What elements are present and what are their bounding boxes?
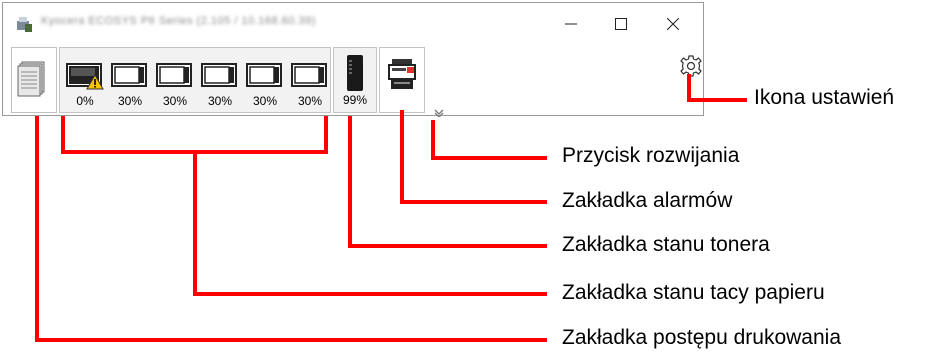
- paper-tray-icon: [156, 63, 192, 87]
- callout-settings: Ikona ustawień: [754, 86, 895, 109]
- callout-line-trays-h: [193, 292, 547, 296]
- toner-level: 99%: [342, 93, 368, 107]
- paper-tray-icon: [246, 63, 282, 87]
- callout-line-progress: [35, 116, 39, 342]
- toner-cartridge-icon: [347, 55, 363, 91]
- callout-toner: Zakładka stanu tonera: [562, 233, 770, 256]
- printer-app-icon: [17, 17, 32, 32]
- document-stack-icon: [17, 61, 45, 97]
- callout-line-alarm-h: [400, 200, 547, 204]
- paper-tray-icon: [291, 63, 327, 87]
- callout-bracket-trays-left: [61, 116, 65, 154]
- tab-alarm[interactable]: [379, 47, 425, 113]
- callout-line-expand: [431, 120, 435, 160]
- tray-5-level: 30%: [252, 94, 278, 108]
- tray-4-level: 30%: [207, 94, 233, 108]
- tray-1-level: 0%: [76, 94, 94, 108]
- callout-alarm: Zakładka alarmów: [562, 189, 733, 212]
- tray-3-level: 30%: [162, 94, 188, 108]
- tab-print-progress[interactable]: [11, 47, 57, 113]
- warning-icon: [86, 74, 104, 90]
- paper-tray-icon: [201, 63, 237, 87]
- callout-line-expand-h: [431, 156, 547, 160]
- tray-6-level: 30%: [297, 94, 323, 108]
- close-button[interactable]: [653, 11, 693, 37]
- callout-trays: Zakładka stanu tacy papieru: [562, 281, 825, 304]
- callout-line-settings-h: [687, 98, 747, 102]
- tray-2-level: 30%: [117, 94, 143, 108]
- callout-line-toner: [348, 116, 352, 248]
- maximize-button[interactable]: [601, 11, 641, 37]
- tray-2: [111, 60, 149, 90]
- callout-progress: Zakładka postępu drukowania: [562, 326, 842, 349]
- tray-4: [201, 60, 239, 90]
- callout-line-progress-h: [35, 338, 547, 342]
- status-monitor-window: Kyocera ECOSYS P6 Series (2.105 / 10.168…: [2, 2, 704, 117]
- tray-6: [291, 60, 329, 90]
- callout-line-trays: [193, 150, 197, 296]
- callout-bracket-trays-right: [324, 116, 328, 154]
- status-toolbar: 0% 30% 30% 30% 30% 30% 99%: [7, 47, 702, 117]
- tray-5: [246, 60, 284, 90]
- tab-paper-trays[interactable]: 0% 30% 30% 30% 30% 30%: [59, 47, 331, 113]
- callout-line-toner-h: [348, 244, 547, 248]
- minimize-button[interactable]: [551, 11, 591, 37]
- printer-alarm-icon: [388, 59, 416, 89]
- paper-tray-icon: [111, 63, 147, 87]
- callout-line-alarm: [400, 110, 404, 204]
- callout-expand: Przycisk rozwijania: [562, 144, 740, 167]
- title-bar[interactable]: Kyocera ECOSYS P6 Series (2.105 / 10.168…: [3, 3, 703, 43]
- chevron-down-icon[interactable]: [434, 109, 444, 117]
- tray-3: [156, 60, 194, 90]
- window-title: Kyocera ECOSYS P6 Series (2.105 / 10.168…: [41, 15, 316, 27]
- tray-1: [66, 60, 104, 90]
- gear-icon[interactable]: [680, 55, 702, 77]
